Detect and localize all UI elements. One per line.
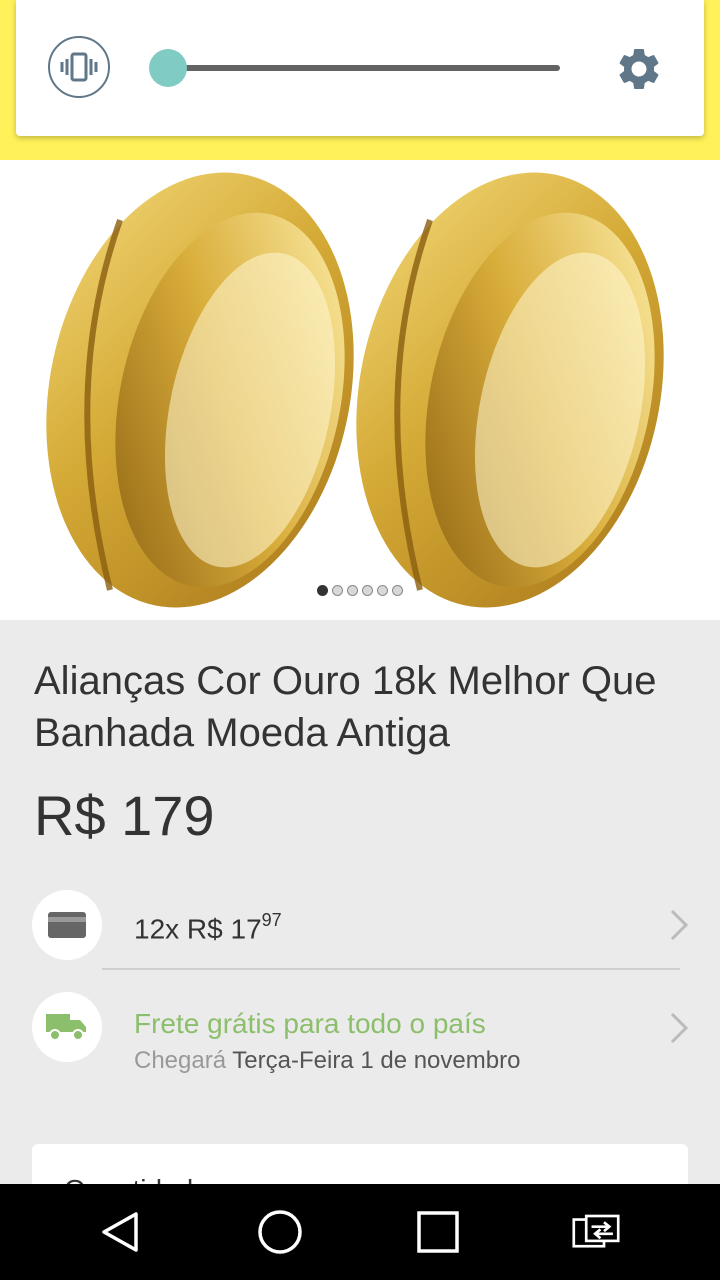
volume-panel bbox=[16, 0, 704, 136]
chevron-right-icon[interactable] bbox=[668, 1008, 690, 1048]
shipping-arrival: Chegará Terça-Feira 1 de novembro bbox=[134, 1044, 520, 1078]
nav-home-button[interactable] bbox=[256, 1208, 304, 1256]
carousel-dot[interactable] bbox=[332, 585, 343, 596]
carousel-dot[interactable] bbox=[392, 585, 403, 596]
android-nav-bar bbox=[0, 1184, 720, 1280]
installments-amount: 12x R$ 17 bbox=[134, 913, 262, 945]
chevron-right-icon[interactable] bbox=[668, 905, 690, 945]
nav-back-button[interactable] bbox=[96, 1208, 144, 1256]
carousel-dot[interactable] bbox=[317, 585, 328, 596]
vibrate-icon bbox=[60, 52, 98, 82]
arrival-label: Chegará bbox=[134, 1047, 227, 1074]
installments-cents: 97 bbox=[261, 910, 282, 930]
volume-slider-thumb[interactable] bbox=[149, 49, 188, 87]
product-photo bbox=[46, 172, 664, 608]
carousel-dot[interactable] bbox=[377, 585, 388, 596]
product-image-carousel[interactable] bbox=[0, 160, 720, 620]
arrival-date: Terça-Feira 1 de novembro bbox=[232, 1047, 521, 1074]
installments-icon-circle bbox=[32, 890, 102, 960]
nav-switch-button[interactable] bbox=[572, 1208, 620, 1256]
carousel-dot[interactable] bbox=[362, 585, 373, 596]
shipping-icon-circle bbox=[32, 992, 102, 1062]
nav-recents-button[interactable] bbox=[414, 1208, 462, 1256]
home-icon bbox=[258, 1210, 302, 1254]
credit-card-icon bbox=[48, 912, 86, 938]
volume-slider[interactable] bbox=[149, 49, 560, 87]
installments-link[interactable]: 12x R$ 1797 bbox=[134, 902, 282, 949]
divider bbox=[102, 968, 680, 970]
vibrate-toggle-button[interactable] bbox=[48, 36, 110, 98]
product-title: Alianças Cor Ouro 18k Melhor Que Banhada… bbox=[34, 659, 657, 755]
gear-icon bbox=[619, 48, 659, 89]
back-icon bbox=[102, 1212, 138, 1252]
truck-icon bbox=[46, 1014, 86, 1041]
volume-settings-button[interactable] bbox=[612, 42, 666, 96]
product-price: R$ 179 bbox=[34, 784, 215, 847]
recents-icon bbox=[417, 1211, 459, 1253]
carousel-dots bbox=[0, 585, 720, 596]
carousel-dot[interactable] bbox=[347, 585, 358, 596]
switch-app-icon bbox=[572, 1214, 620, 1248]
shipping-title[interactable]: Frete grátis para todo o país bbox=[134, 1004, 486, 1044]
